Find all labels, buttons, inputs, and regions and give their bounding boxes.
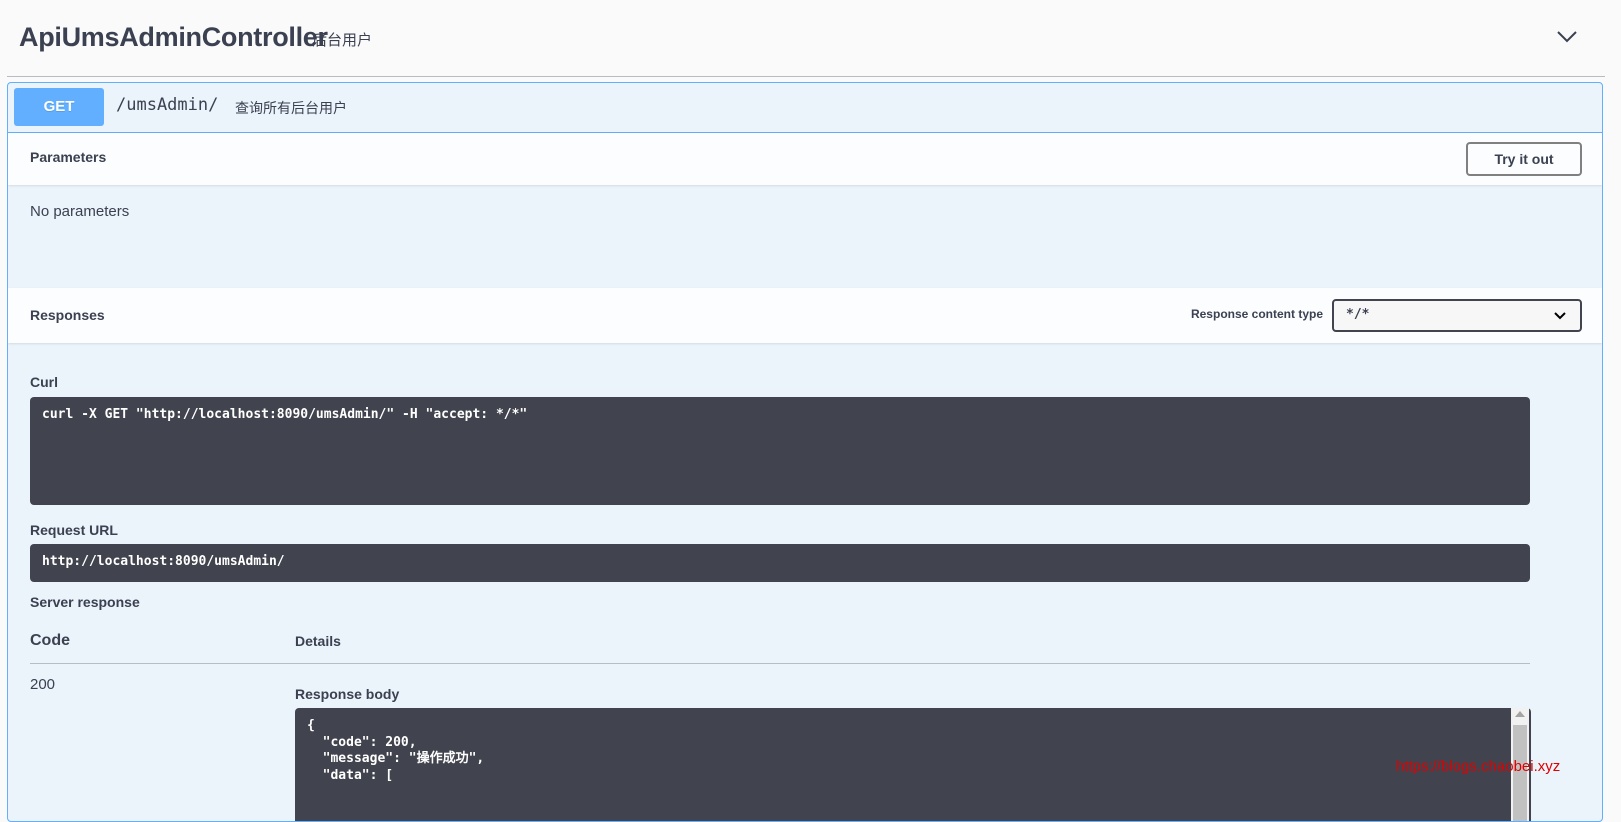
no-parameters-text: No parameters [30,203,130,220]
chevron-down-icon [1552,309,1568,323]
tag-description: 后台用户 [312,32,373,49]
code-column-header: Code [30,632,70,649]
status-code: 200 [30,676,56,693]
operation-block: GET /umsAdmin/ 查询所有后台用户 Parameters Try i… [7,82,1603,822]
curl-code-block[interactable]: curl -X GET "http://localhost:8090/umsAd… [30,397,1530,505]
operation-summary[interactable]: GET /umsAdmin/ 查询所有后台用户 [8,83,1602,133]
tag-header[interactable]: ApiUmsAdminController 后台用户 [7,0,1605,77]
responses-title: Responses [30,307,105,323]
operation-description: 查询所有后台用户 [235,100,347,116]
response-body-block[interactable]: { "code": 200, "message": "操作成功", "data"… [295,708,1531,821]
response-content-type-label: Response content type [1190,307,1323,321]
try-it-out-button[interactable]: Try it out [1466,142,1582,176]
method-badge: GET [14,88,104,126]
response-content-type-select[interactable]: */* [1332,299,1582,332]
responses-header: Responses Response content type */* [8,288,1602,343]
tag-title: ApiUmsAdminController [19,22,328,52]
parameters-title: Parameters [30,149,107,165]
response-body-label: Response body [295,686,400,702]
scroll-up-arrow-icon[interactable] [1515,711,1525,717]
content-type-value: */* [1346,307,1370,322]
details-column-header: Details [295,633,341,649]
watermark: https://blogs.chaobei.xyz [1396,758,1561,775]
parameters-header: Parameters Try it out [8,133,1602,185]
curl-label: Curl [30,374,58,390]
response-table-header: Code Details [30,628,1530,664]
request-url-block[interactable]: http://localhost:8090/umsAdmin/ [30,544,1530,582]
server-response-label: Server response [30,594,140,610]
chevron-down-icon[interactable] [1552,22,1582,52]
operation-path: /umsAdmin/ [116,95,219,115]
request-url-label: Request URL [30,522,118,538]
